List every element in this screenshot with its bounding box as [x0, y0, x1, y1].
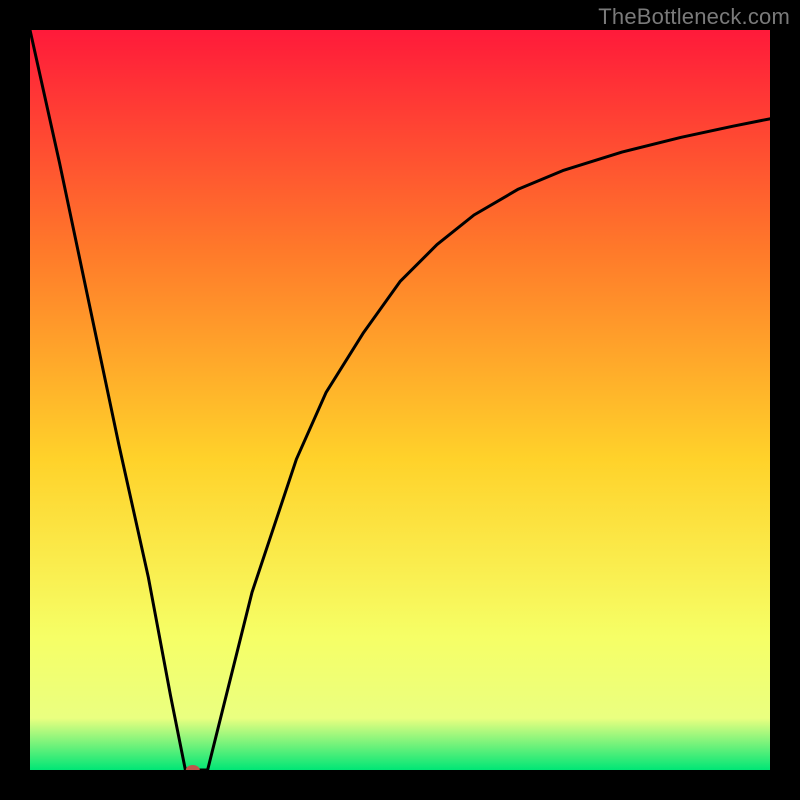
plot-area: [30, 30, 770, 770]
watermark-label: TheBottleneck.com: [598, 4, 790, 30]
gradient-background: [30, 30, 770, 770]
chart-frame: TheBottleneck.com: [0, 0, 800, 800]
chart-svg: [30, 30, 770, 770]
